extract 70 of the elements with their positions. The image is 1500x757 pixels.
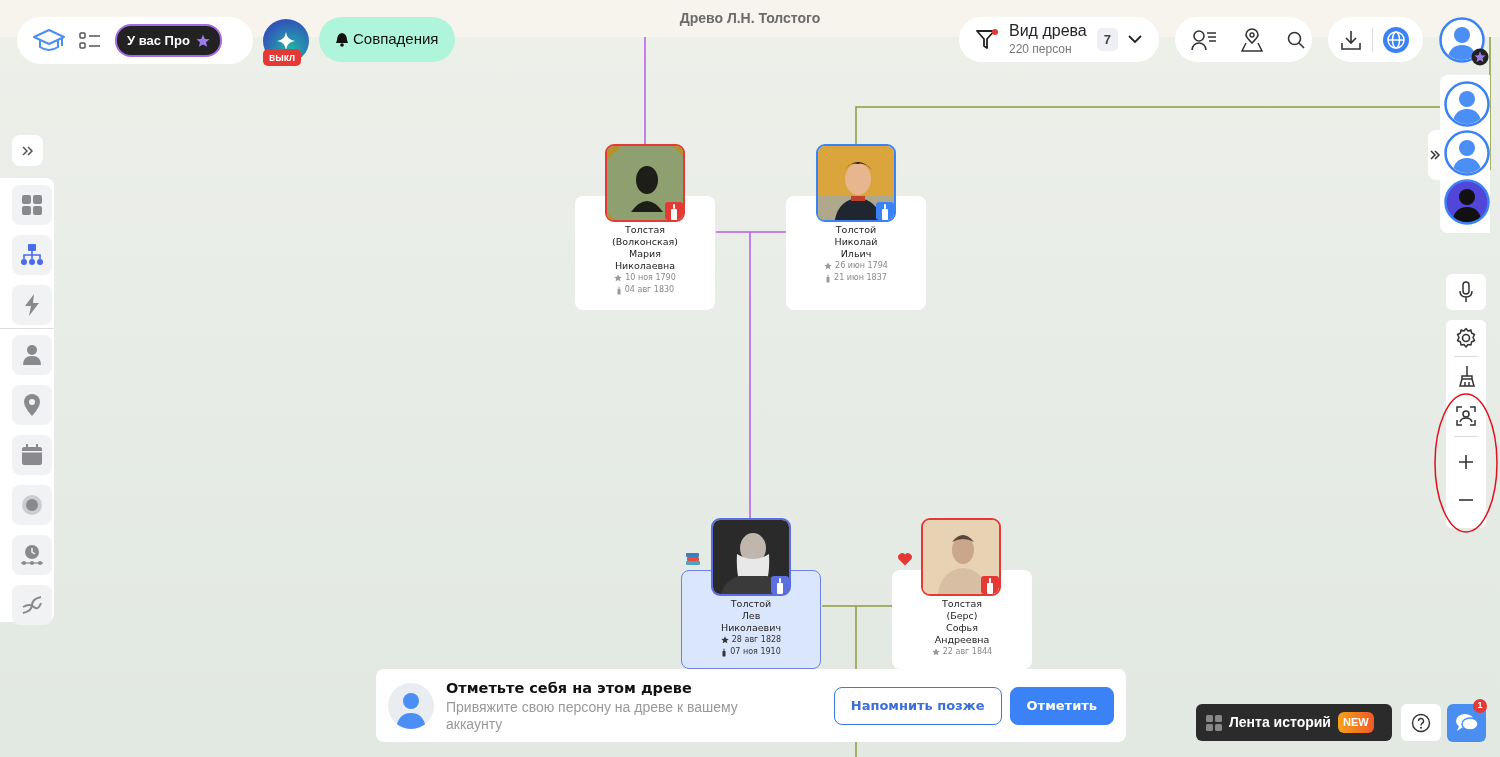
candle-icon [665, 202, 683, 220]
banner-text: Привяжите свою персону на древе к вашему аккаунту [446, 699, 739, 734]
death-date: 07 ноя 1910 [730, 646, 781, 658]
birth-date: 22 авг 1844 [942, 646, 993, 658]
sparkle-icon [277, 32, 295, 50]
person-count: 220 персон [1009, 40, 1073, 58]
list-icon[interactable] [79, 31, 101, 50]
remind-later-button[interactable]: Напомнить позже [833, 686, 1002, 725]
candle-icon [721, 647, 728, 657]
candle-icon [771, 576, 789, 594]
tree-icon[interactable] [12, 235, 52, 275]
grid-icon [1206, 714, 1222, 731]
chevron-down-icon[interactable] [1128, 35, 1142, 44]
matches-button[interactable]: Совпадения [319, 17, 455, 62]
expand-icon[interactable] [1428, 130, 1442, 180]
star-icon [824, 262, 833, 270]
candle-icon [615, 285, 622, 295]
grid-icon[interactable] [12, 185, 52, 225]
person-name: Толстая (Волконская) Мария Николаевна [610, 224, 680, 272]
books-icon [685, 552, 701, 566]
timeline-icon[interactable] [12, 535, 52, 575]
person-icon[interactable] [12, 335, 52, 375]
birth-date: 28 авг 1828 [731, 634, 782, 646]
user-avatar[interactable] [1439, 17, 1489, 67]
birth-date: 10 ноя 1790 [625, 272, 676, 284]
microphone-icon[interactable] [1446, 274, 1486, 310]
download-icon[interactable] [1340, 28, 1362, 51]
window-title: Древо Л.Н. Толстого [679, 9, 821, 28]
relative-avatar[interactable] [1444, 179, 1490, 225]
person-name: Толстой Лев Николаевич [720, 598, 782, 634]
pin-icon[interactable] [12, 385, 52, 425]
pro-badge[interactable]: У вас Про [115, 23, 222, 58]
person-list-icon[interactable] [1191, 28, 1217, 51]
map-pin-icon[interactable] [1241, 27, 1263, 52]
person-card[interactable]: Толстой Николай Ильич 26 июн 1794 21 июн 1837 [786, 144, 926, 310]
person-card[interactable]: Толстой Лев Николаевич 28 авг 1828 07 ноя 1910 [681, 518, 821, 669]
avatar-icon [388, 682, 434, 729]
candle-icon [825, 273, 832, 283]
help-icon[interactable] [1401, 704, 1441, 741]
candle-icon [981, 576, 999, 594]
confirm-button[interactable]: Отметить [1009, 686, 1114, 725]
new-badge: NEW [1338, 712, 1374, 733]
death-date: 04 авг 1830 [624, 284, 675, 296]
globe-icon[interactable] [1383, 26, 1409, 53]
death-date: 21 июн 1837 [834, 272, 887, 284]
person-card[interactable]: Толстая (Волконская) Мария Николаевна 10 ноя 1790 04 авг 1830 [575, 144, 715, 310]
person-name: Толстой Николай Ильич [833, 224, 879, 260]
star-icon [195, 33, 210, 48]
calendar-icon[interactable] [12, 435, 52, 475]
bolt-icon[interactable] [12, 285, 52, 325]
generation-count: 7 [1096, 27, 1118, 52]
graduation-cap-icon[interactable] [33, 27, 65, 54]
search-icon[interactable] [1287, 30, 1305, 49]
ai-toggle[interactable]: выкл [263, 17, 309, 65]
heart-icon [897, 552, 913, 566]
notification-badge: 1 [1473, 699, 1487, 713]
person-name: Толстая (Берс) Софья Андреевна [933, 598, 991, 646]
tree-view-title[interactable]: Вид древа [1009, 21, 1087, 40]
radar-icon[interactable] [12, 485, 52, 525]
candle-icon [876, 202, 894, 220]
banner-title: Отметьте себя на этом древе [446, 678, 693, 698]
stories-button[interactable]: Лента историй NEW [1196, 704, 1392, 741]
star-icon [931, 648, 940, 656]
dna-icon[interactable] [12, 585, 52, 625]
chat-icon[interactable] [1447, 704, 1486, 742]
birth-date: 26 июн 1794 [835, 260, 888, 272]
person-card[interactable]: Толстая (Берс) Софья Андреевна 22 авг 1844 [892, 518, 1032, 669]
bell-icon [335, 32, 349, 47]
star-icon [614, 274, 623, 282]
star-icon [720, 636, 729, 644]
